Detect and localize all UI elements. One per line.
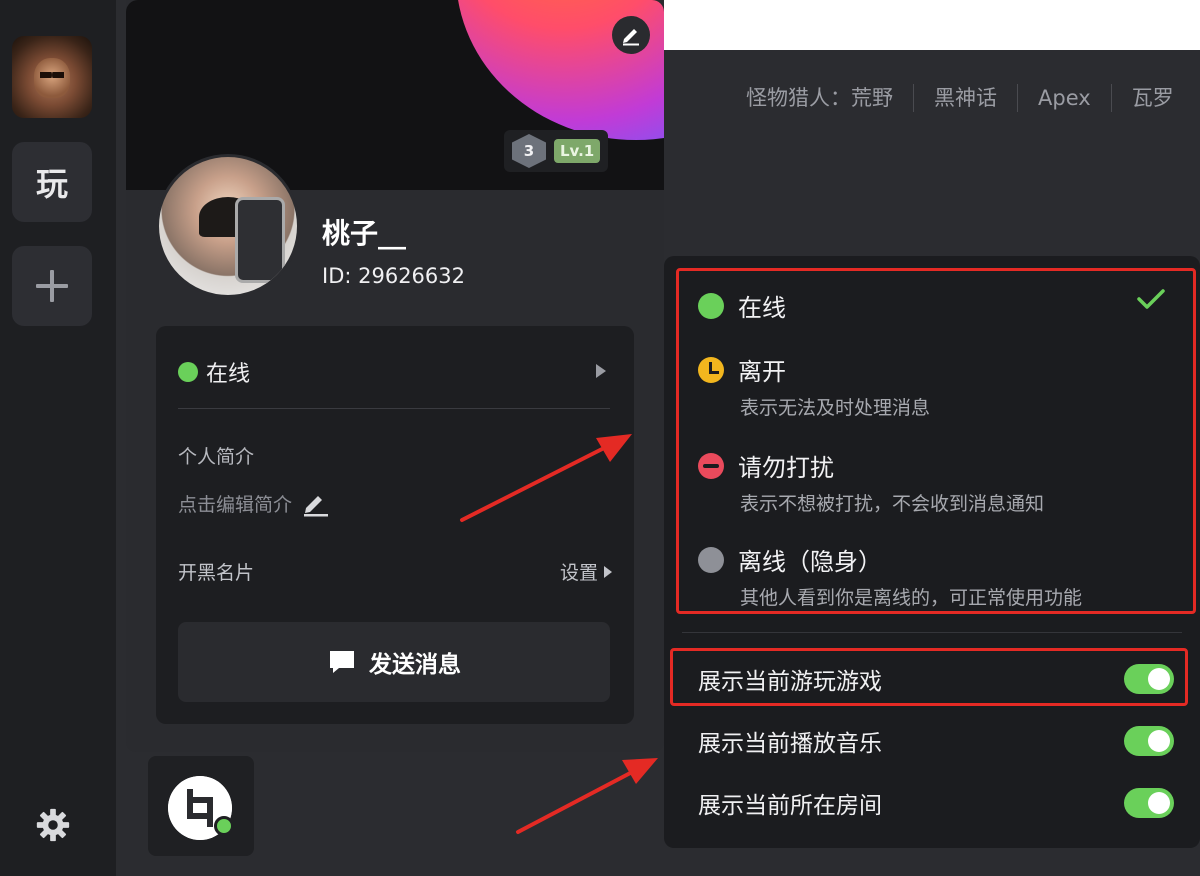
edit-banner-button[interactable] xyxy=(612,16,650,54)
rank-badge: 3 xyxy=(512,134,546,168)
status-menu: 在线 离开 表示无法及时处理消息 请勿打扰 表示不想被打扰，不会收到消息通知 离… xyxy=(664,256,1200,848)
edit-intro-link[interactable]: 点击编辑简介 xyxy=(178,490,330,517)
status-option-online[interactable]: 在线 xyxy=(698,288,786,323)
offline-dot-icon xyxy=(698,546,724,573)
clock-icon xyxy=(698,356,724,383)
left-rail: 玩 xyxy=(0,0,116,876)
expand-arrow-icon[interactable] xyxy=(596,364,606,378)
show-music-toggle[interactable] xyxy=(1124,726,1174,756)
show-game-toggle[interactable] xyxy=(1124,664,1174,694)
status-option-invisible[interactable]: 离线（隐身） 其他人看到你是离线的，可正常使用功能 xyxy=(698,542,1082,610)
option-description: 表示无法及时处理消息 xyxy=(740,397,931,419)
send-message-label: 发送消息 xyxy=(369,652,461,678)
game-tag[interactable]: Apex xyxy=(1017,84,1111,112)
toggle-row-music: 展示当前播放音乐 xyxy=(698,724,1174,758)
profile-card: 3 Lv.1 桃子__ ID: 29626632 在线 个人简介 点击编辑简介 … xyxy=(126,0,664,752)
toggle-row-room: 展示当前所在房间 xyxy=(698,786,1174,820)
app-tile[interactable] xyxy=(148,756,254,856)
intro-placeholder: 点击编辑简介 xyxy=(178,494,293,516)
divider xyxy=(178,408,610,409)
do-not-disturb-icon xyxy=(698,452,724,479)
level-badges: 3 Lv.1 xyxy=(504,130,609,172)
game-tag[interactable]: 怪物猎人：荒野 xyxy=(746,84,913,112)
plus-icon xyxy=(36,270,68,302)
online-dot-icon xyxy=(698,292,724,319)
user-id: ID: 29626632 xyxy=(322,264,466,288)
message-icon xyxy=(330,651,354,673)
add-button[interactable] xyxy=(12,246,92,326)
settings-gear-icon[interactable] xyxy=(34,806,72,844)
status-label: 在线 xyxy=(206,362,251,387)
toggle-label: 展示当前游玩游戏 xyxy=(698,669,882,695)
status-option-away[interactable]: 离开 表示无法及时处理消息 xyxy=(698,352,930,420)
option-description: 表示不想被打扰，不会收到消息通知 xyxy=(740,493,1045,515)
option-label: 离开 xyxy=(738,358,786,386)
toggle-label: 展示当前播放音乐 xyxy=(698,731,882,757)
card-setting-label: 设置 xyxy=(559,562,598,584)
intro-label: 个人简介 xyxy=(178,446,255,468)
user-avatar[interactable] xyxy=(156,154,300,298)
option-label: 请勿打扰 xyxy=(738,454,834,482)
play-button[interactable]: 玩 xyxy=(12,142,92,222)
online-dot-icon xyxy=(178,362,198,382)
card-setting-link[interactable]: 设置 xyxy=(560,558,612,585)
game-avatar-button[interactable] xyxy=(12,36,92,118)
pencil-icon xyxy=(304,495,329,516)
option-label: 在线 xyxy=(738,294,786,322)
annotation-arrow-lower xyxy=(516,758,658,834)
send-message-button[interactable]: 发送消息 xyxy=(178,622,610,702)
divider xyxy=(682,632,1182,633)
option-label: 离线（隐身） xyxy=(738,548,882,576)
option-description: 其他人看到你是离线的，可正常使用功能 xyxy=(740,587,1083,609)
card-label: 开黑名片 xyxy=(178,562,255,584)
toggle-label: 展示当前所在房间 xyxy=(698,793,882,819)
user-name: 桃子__ xyxy=(322,217,407,250)
game-tag[interactable]: 瓦罗 xyxy=(1110,84,1194,112)
checkmark-icon xyxy=(1137,289,1165,309)
status-selector[interactable]: 在线 xyxy=(178,356,250,388)
game-tags: 怪物猎人：荒野 黑神话 Apex 瓦罗 xyxy=(746,84,1194,112)
online-dot-icon xyxy=(214,816,234,836)
profile-panel: 在线 个人简介 点击编辑简介 开黑名片 设置 发送消息 xyxy=(156,326,634,724)
chevron-right-icon xyxy=(604,565,612,578)
show-room-toggle[interactable] xyxy=(1124,788,1174,818)
game-tag[interactable]: 黑神话 xyxy=(913,84,1017,112)
toggle-row-game: 展示当前游玩游戏 xyxy=(698,662,1174,696)
play-label: 玩 xyxy=(35,165,68,203)
level-badge: Lv.1 xyxy=(554,139,601,163)
status-option-dnd[interactable]: 请勿打扰 表示不想被打扰，不会收到消息通知 xyxy=(698,448,1044,516)
pencil-icon xyxy=(623,29,639,46)
